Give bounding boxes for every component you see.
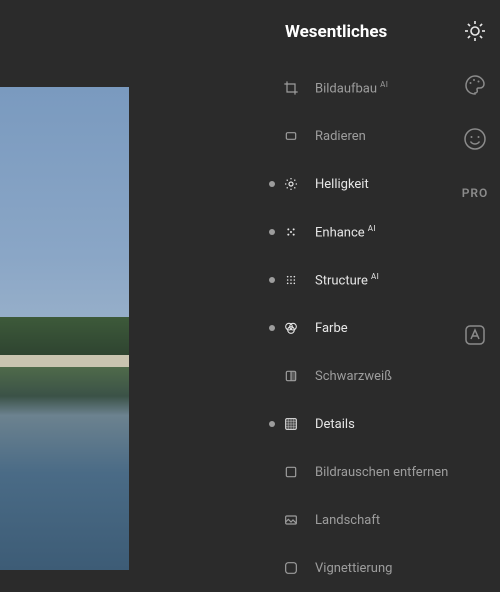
essentials-tab-icon[interactable] xyxy=(462,18,488,44)
ai-badge: AI xyxy=(380,80,388,89)
right-rail: PRO xyxy=(450,0,500,588)
modified-dot-icon xyxy=(269,421,275,427)
portrait-tab-icon[interactable] xyxy=(462,126,488,152)
ai-badge: AI xyxy=(368,224,376,233)
tool-label: Landschaft xyxy=(315,513,380,528)
modified-dot-icon xyxy=(269,181,275,187)
tool-label: Radieren xyxy=(315,129,366,144)
tool-label: Bildrauschen entfernen xyxy=(315,465,448,480)
tool-label: Details xyxy=(315,417,355,432)
tool-label: Schwarzweiß xyxy=(315,369,392,384)
tool-label: Helligkeit xyxy=(315,177,369,192)
tool-label: BildaufbauAI xyxy=(315,80,388,96)
modified-dot-icon xyxy=(269,229,275,235)
tool-label: Vignettierung xyxy=(315,561,392,576)
panel-title: Wesentliches xyxy=(285,22,387,42)
color-icon xyxy=(281,318,301,338)
structure-icon xyxy=(281,270,301,290)
eraser-icon xyxy=(281,126,301,146)
tool-label: EnhanceAI xyxy=(315,224,376,240)
crop-icon xyxy=(281,78,301,98)
tool-label: Farbe xyxy=(315,321,348,336)
essentials-panel: Wesentliches BildaufbauAI Radieren Helligk… xyxy=(129,0,450,570)
enhance-icon xyxy=(281,222,301,242)
creative-tab-icon[interactable] xyxy=(462,72,488,98)
tool-label: StructureAI xyxy=(315,272,379,288)
image-canvas[interactable] xyxy=(0,87,129,570)
brightness-icon xyxy=(281,174,301,194)
noise-icon xyxy=(281,462,301,482)
landscape-icon xyxy=(281,510,301,530)
ai-badge: AI xyxy=(371,272,379,281)
vignette-icon xyxy=(281,558,301,578)
modified-dot-icon xyxy=(269,277,275,283)
modified-dot-icon xyxy=(269,325,275,331)
details-icon xyxy=(281,414,301,434)
text-tab-icon[interactable] xyxy=(462,322,488,348)
pro-tab-label[interactable]: PRO xyxy=(462,180,488,206)
bw-icon xyxy=(281,366,301,386)
